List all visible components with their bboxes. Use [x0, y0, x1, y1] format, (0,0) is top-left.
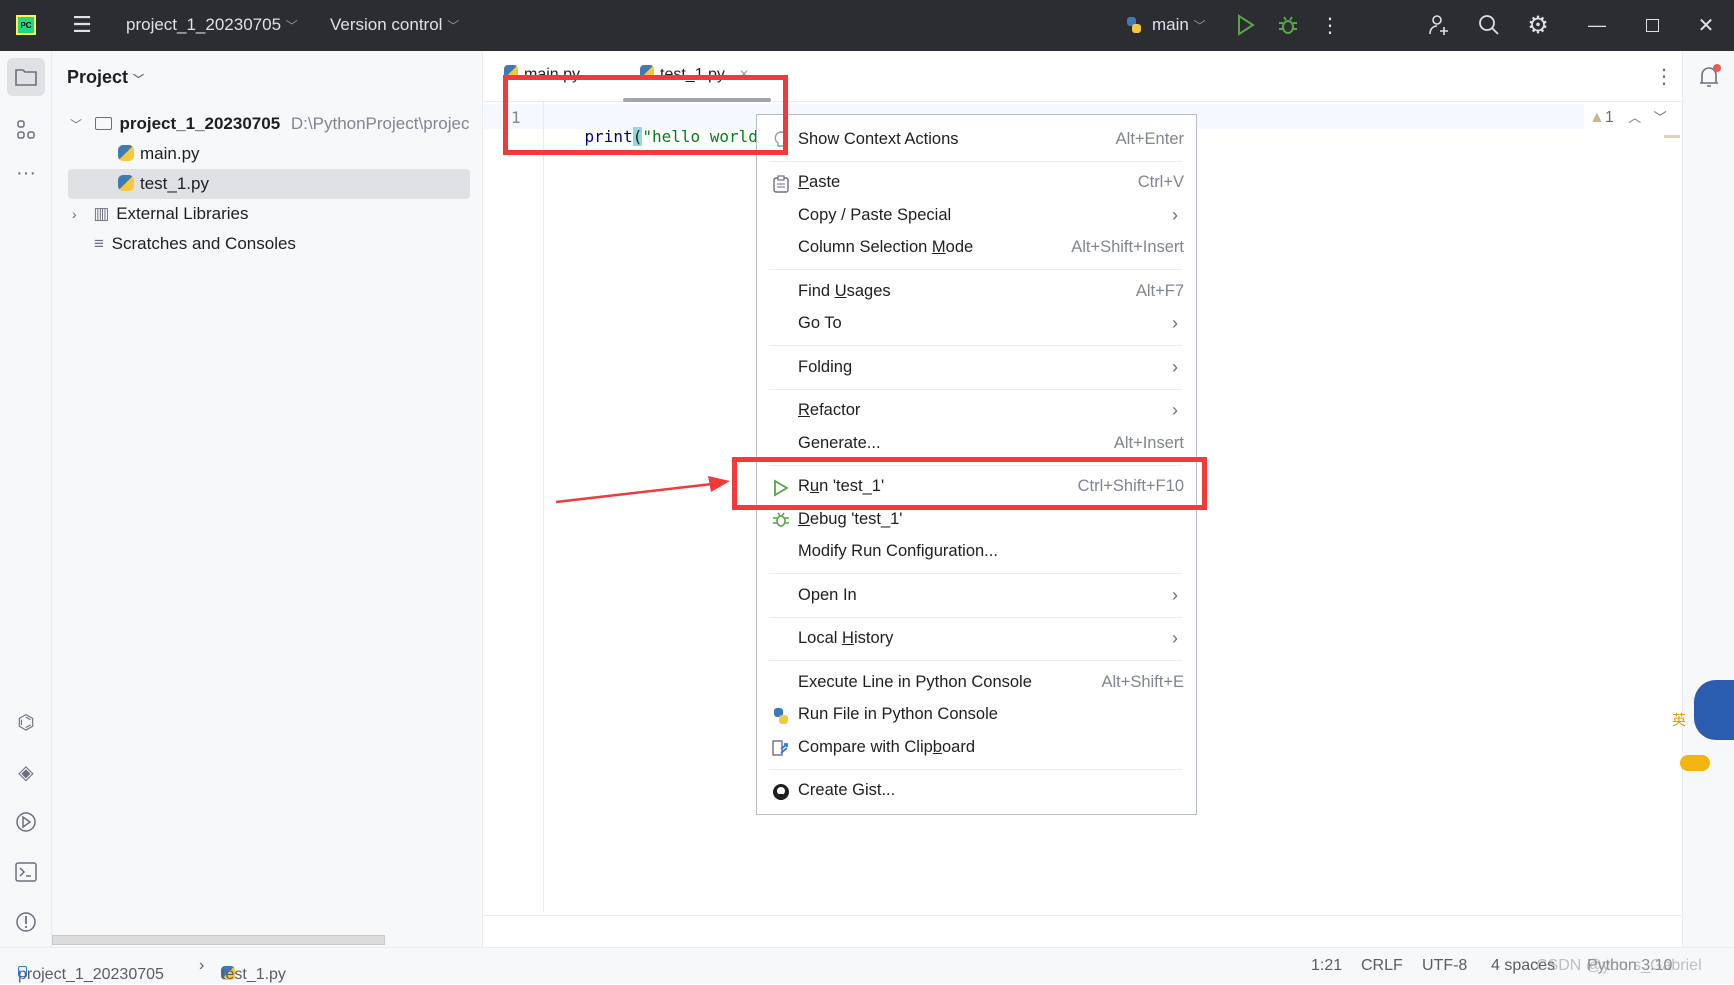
mascot-sticker: 英 — [1672, 650, 1734, 780]
annotation-arrow — [555, 476, 730, 504]
